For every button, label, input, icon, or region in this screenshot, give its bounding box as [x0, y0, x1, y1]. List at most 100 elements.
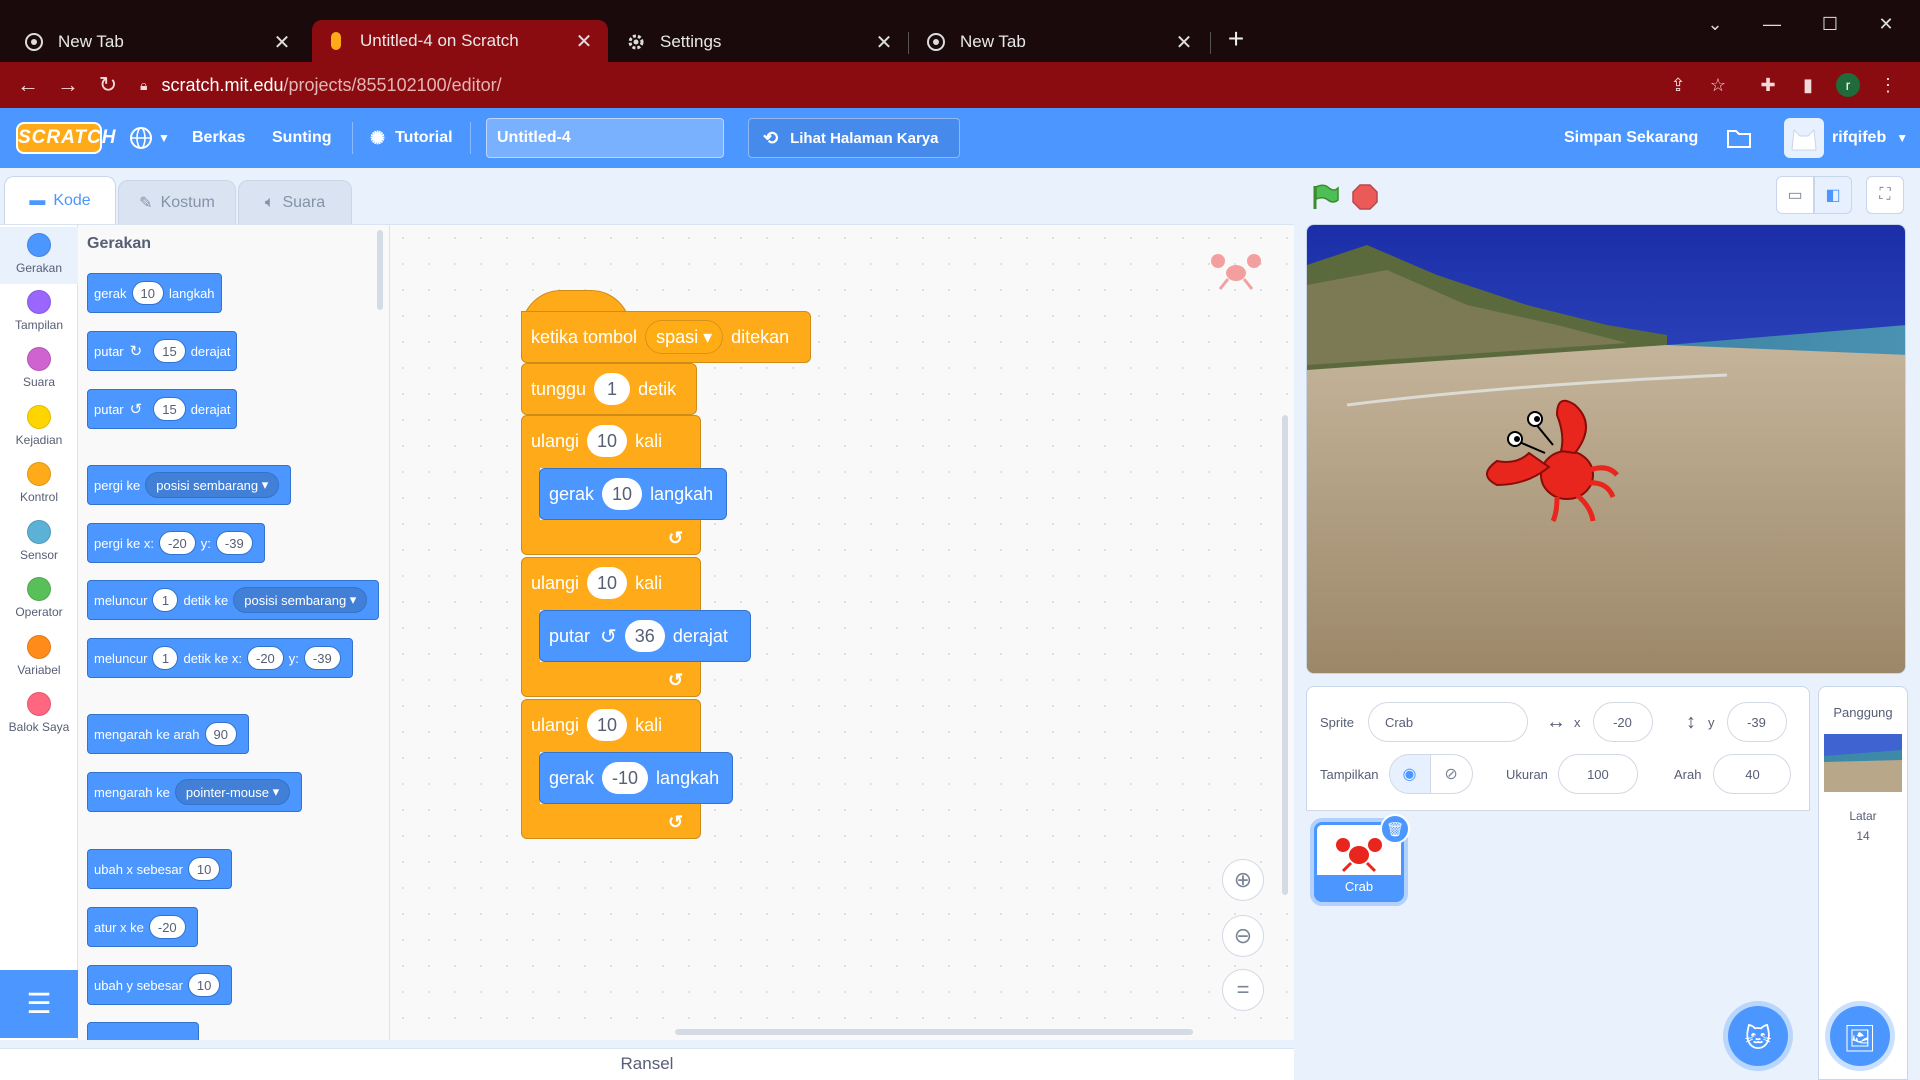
palette-block-glide-xy[interactable]: meluncur 1 detik ke x: -20 y: -39 [87, 638, 353, 678]
palette-block-point-towards[interactable]: mengarah ke pointer-mouse ▾ [87, 772, 303, 812]
block-number-input[interactable]: 10 [187, 857, 221, 881]
browser-tab-active[interactable]: Untitled-4 on Scratch ✕ [312, 20, 608, 62]
stop-sign-icon[interactable] [1352, 184, 1378, 210]
window-close-icon[interactable]: ✕ [1866, 14, 1906, 35]
backpack-bar[interactable]: Ransel [0, 1048, 1294, 1080]
green-flag-icon[interactable] [1311, 183, 1339, 211]
new-tab-button[interactable]: + [1222, 25, 1250, 54]
browser-tab[interactable]: New Tab ✕ [912, 22, 1208, 62]
close-tab-icon[interactable]: ✕ [574, 29, 594, 54]
block-number-input[interactable]: 10 [587, 567, 628, 599]
browser-tab[interactable]: Settings ✕ [612, 22, 908, 62]
side-panel-icon[interactable]: ▮ [1796, 73, 1820, 97]
maximize-icon[interactable]: ☐ [1810, 14, 1850, 35]
script-block-move[interactable]: gerak -10 langkah [539, 752, 733, 804]
large-stage-icon[interactable]: ◧ [1814, 176, 1852, 214]
category-looks[interactable]: Tampilan [0, 284, 78, 341]
fullscreen-icon[interactable]: ⛶ [1866, 176, 1904, 214]
stage-canvas[interactable] [1306, 224, 1906, 674]
block-number-input[interactable]: 15 [153, 339, 186, 363]
tutorial-button[interactable]: ✺ Tutorial [370, 108, 453, 168]
my-stuff-folder-icon[interactable] [1726, 108, 1752, 168]
browser-tab[interactable]: New Tab ✕ [10, 22, 306, 62]
block-number-input[interactable]: 90 [204, 722, 237, 746]
user-avatar[interactable] [1784, 118, 1824, 158]
block-number-input[interactable]: -10 [602, 762, 649, 794]
close-tab-icon[interactable]: ✕ [272, 30, 292, 55]
project-title-input[interactable]: Untitled-4 [486, 118, 724, 158]
zoom-out-icon[interactable]: ⊖ [1222, 915, 1264, 957]
tab-code[interactable]: ▬ Kode [4, 176, 116, 224]
palette-block-point-direction[interactable]: mengarah ke arah 90 [87, 714, 249, 754]
script-block-turn-left[interactable]: putar ↺ 36 derajat [539, 610, 751, 662]
choose-backdrop-icon[interactable]: 🖼︎ [1830, 1006, 1890, 1066]
script-block-wait[interactable]: tunggu 1 detik [521, 363, 697, 415]
extensions-icon[interactable]: ✚ [1756, 73, 1780, 97]
palette-block-set-x[interactable]: atur x ke -20 [87, 907, 198, 947]
block-number-input[interactable]: 10 [587, 425, 628, 457]
block-number-input[interactable]: -20 [247, 646, 284, 670]
script-hat-when-key-pressed[interactable]: ketika tombol spasi ▾ ditekan [521, 311, 811, 363]
category-operators[interactable]: Operator [0, 571, 78, 628]
zoom-in-icon[interactable]: ⊕ [1222, 859, 1264, 901]
small-stage-icon[interactable]: ▭ [1776, 176, 1814, 214]
share-icon[interactable]: ⇪ [1666, 73, 1690, 97]
block-number-input[interactable]: 1 [152, 646, 179, 670]
url-field[interactable]: 🔒︎ scratch.mit.edu /projects/855102100/e… [140, 68, 1870, 102]
back-arrow-icon[interactable]: ← [16, 73, 40, 97]
block-number-input[interactable]: -39 [215, 531, 253, 555]
palette-block-turn-left[interactable]: putar ↺ 15 derajat [87, 389, 238, 429]
close-tab-icon[interactable]: ✕ [874, 30, 894, 55]
zoom-reset-icon[interactable]: = [1222, 969, 1264, 1011]
block-number-input[interactable]: 10 [587, 709, 628, 741]
language-menu[interactable]: ▼ [128, 108, 170, 168]
profile-avatar[interactable]: r [1836, 73, 1860, 97]
block-number-input[interactable]: -20 [158, 531, 196, 555]
category-control[interactable]: Kontrol [0, 456, 78, 513]
block-number-input[interactable]: -39 [303, 646, 341, 670]
block-number-input[interactable]: 10 [602, 478, 643, 510]
tab-search-icon[interactable]: ⌄ [1695, 14, 1735, 35]
block-dropdown[interactable]: posisi sembarang ▾ [233, 587, 368, 613]
category-variables[interactable]: Variabel [0, 629, 78, 686]
category-sensing[interactable]: Sensor [0, 514, 78, 571]
block-number-input[interactable]: 10 [187, 973, 221, 997]
workspace-horizontal-scrollbar[interactable] [675, 1029, 1193, 1035]
save-now-button[interactable]: Simpan Sekarang [1564, 108, 1698, 168]
palette-scrollbar[interactable] [377, 230, 383, 310]
workspace-vertical-scrollbar[interactable] [1282, 415, 1288, 895]
category-motion[interactable]: Gerakan [0, 227, 78, 284]
palette-block-turn-right[interactable]: putar ↻ 15 derajat [87, 331, 238, 371]
script-workspace[interactable]: ketika tombol spasi ▾ ditekan tunggu 1 d… [390, 224, 1294, 1040]
tab-sounds[interactable]: 🔈︎ Suara [238, 180, 352, 224]
palette-block-move[interactable]: gerak 10 langkah [87, 273, 222, 313]
block-number-input[interactable]: 36 [624, 620, 665, 652]
bookmark-star-icon[interactable]: ☆ [1706, 73, 1730, 97]
script-block-move[interactable]: gerak 10 langkah [539, 468, 727, 520]
palette-block-change-x[interactable]: ubah x sebesar 10 [87, 849, 233, 889]
account-menu[interactable]: rifqifeb ▼ [1832, 108, 1908, 168]
palette-block-partial[interactable] [87, 1022, 199, 1040]
x-position-input[interactable]: -20 [1592, 702, 1653, 742]
block-number-input[interactable]: 1 [152, 588, 179, 612]
category-sound[interactable]: Suara [0, 341, 78, 398]
block-number-input[interactable]: 1 [594, 373, 631, 405]
choose-sprite-cat-icon[interactable]: 🐱︎ [1728, 1006, 1788, 1066]
browser-menu-icon[interactable]: ⋮ [1876, 73, 1900, 97]
block-dropdown[interactable]: pointer-mouse ▾ [174, 779, 291, 805]
block-number-input[interactable]: 10 [131, 281, 164, 305]
category-my-blocks[interactable]: Balok Saya [0, 686, 78, 743]
close-tab-icon[interactable]: ✕ [1174, 30, 1194, 55]
direction-input[interactable]: 40 [1713, 754, 1792, 794]
block-number-input[interactable]: 15 [153, 397, 186, 421]
reload-icon[interactable]: ↻ [96, 73, 120, 97]
palette-block-goto-xy[interactable]: pergi ke x: -20 y: -39 [87, 523, 265, 563]
see-project-page-button[interactable]: ⟲ Lihat Halaman Karya [748, 118, 960, 158]
tab-costumes[interactable]: ✎ Kostum [118, 180, 236, 224]
minimize-icon[interactable]: — [1752, 14, 1792, 35]
edit-menu[interactable]: Sunting [272, 108, 332, 168]
hide-eye-icon[interactable]: ⊘ [1430, 754, 1473, 794]
delete-sprite-trash-icon[interactable]: 🗑︎ [1380, 814, 1410, 844]
block-number-input[interactable]: -20 [148, 915, 186, 939]
palette-block-change-y[interactable]: ubah y sebesar 10 [87, 965, 233, 1005]
